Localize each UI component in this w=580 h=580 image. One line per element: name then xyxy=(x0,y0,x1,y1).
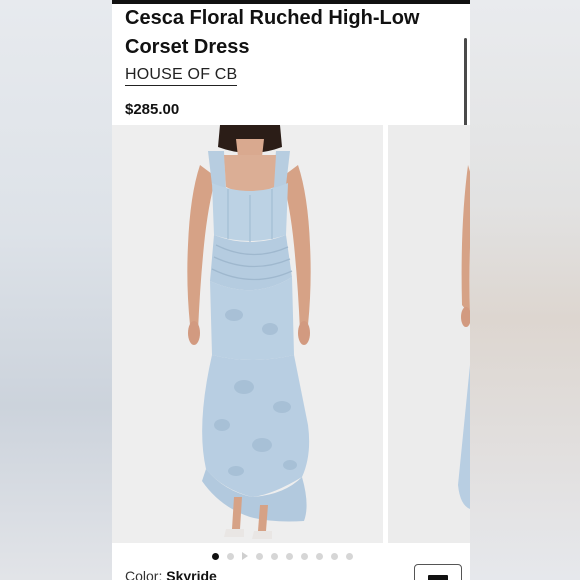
color-selector: Color: Skyride xyxy=(125,568,217,580)
pagination-dot[interactable] xyxy=(227,552,234,560)
ruler-icon xyxy=(428,575,448,580)
gallery-pagination[interactable] xyxy=(212,552,353,560)
pagination-dot[interactable] xyxy=(346,552,353,560)
pagination-dot[interactable] xyxy=(256,552,263,560)
pagination-dot[interactable] xyxy=(331,552,338,560)
pagination-dot[interactable] xyxy=(271,552,278,560)
play-icon[interactable] xyxy=(242,552,248,560)
scrollbar[interactable] xyxy=(464,38,467,130)
blurred-background-left xyxy=(0,0,112,580)
product-title: Cesca Floral Ruched High-Low Corset Dres… xyxy=(125,7,420,58)
next-dress-photo xyxy=(458,165,470,509)
pagination-dot[interactable] xyxy=(212,552,219,560)
pagination-dot[interactable] xyxy=(286,552,293,560)
product-page: Cesca Floral Ruched High-Low Corset Dres… xyxy=(112,0,470,580)
gallery-image-main[interactable] xyxy=(112,125,383,543)
color-value: Skyride xyxy=(166,568,217,580)
pagination-dot[interactable] xyxy=(301,552,308,560)
brand-link[interactable]: HOUSE OF CB xyxy=(125,66,238,86)
dress-photo xyxy=(187,125,311,539)
color-label: Color: xyxy=(125,568,167,580)
product-price: $285.00 xyxy=(125,101,180,118)
pagination-dot[interactable] xyxy=(316,552,323,560)
image-gallery[interactable] xyxy=(112,125,470,543)
size-guide-button[interactable] xyxy=(414,564,462,580)
gallery-image-next[interactable] xyxy=(388,125,470,543)
blurred-background-right xyxy=(470,0,580,580)
